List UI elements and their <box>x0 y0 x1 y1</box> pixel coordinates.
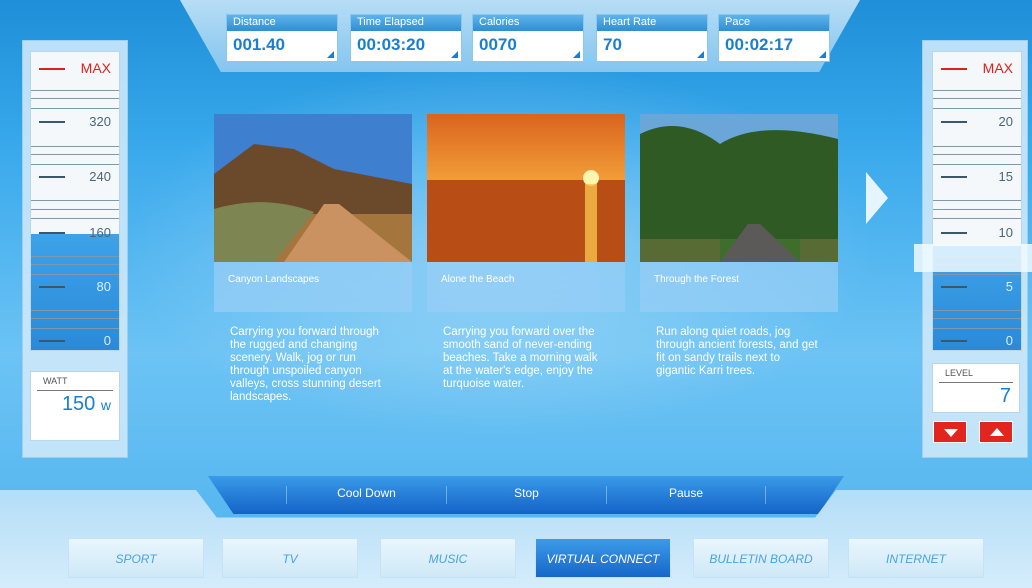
watt-tick-label: 160 <box>89 225 111 240</box>
card-title: Alone the Beach <box>427 262 625 312</box>
corner-marker-icon <box>327 51 334 58</box>
max-marker <box>941 68 967 70</box>
level-max-label: MAX <box>982 60 1013 76</box>
pause-button[interactable]: Pause <box>606 486 766 504</box>
level-up-button[interactable] <box>979 421 1013 443</box>
watt-label: WATT <box>37 372 113 391</box>
card-title: Canyon Landscapes <box>214 262 412 312</box>
metric-label: Calories <box>473 15 583 31</box>
level-tick-label: 0 <box>1005 333 1013 348</box>
level-label: LEVEL <box>939 364 1013 383</box>
watt-tick-label: 320 <box>89 114 111 129</box>
card-title: Through the Forest <box>640 262 838 312</box>
nav-music[interactable]: MUSIC <box>380 538 516 578</box>
card-description: Carrying you forward over the smooth san… <box>443 326 598 390</box>
card-description: Run along quiet roads, jog through ancie… <box>656 326 818 377</box>
nav-sport[interactable]: SPORT <box>68 538 204 578</box>
nav-internet[interactable]: INTERNET <box>848 538 984 578</box>
forest-photo <box>640 114 838 262</box>
corner-marker-icon <box>451 51 458 58</box>
arrow-up-icon <box>990 428 1004 436</box>
watt-panel: MAX 320 240 160 80 0 WATT 150 w <box>22 40 128 458</box>
nav-tv[interactable]: TV <box>222 538 358 578</box>
nav-virtual-connect[interactable]: VIRTUAL CONNECT <box>535 538 671 578</box>
metric-value: 70 <box>603 35 622 54</box>
metric-pace: Pace 00:02:17 <box>718 14 830 62</box>
level-tick-label: 20 <box>998 114 1013 129</box>
metric-label: Pace <box>719 15 829 31</box>
metric-time-elapsed: Time Elapsed 00:03:20 <box>350 14 462 62</box>
level-slider-handle[interactable] <box>914 244 1032 272</box>
level-value: 7 <box>999 385 1011 407</box>
max-marker <box>39 68 65 70</box>
level-tick-label: 5 <box>1005 279 1013 294</box>
metric-distance: Distance 001.40 <box>226 14 338 62</box>
metric-label: Time Elapsed <box>351 15 461 31</box>
route-card-forest[interactable]: Through the Forest Run along quiet roads… <box>640 114 838 378</box>
metric-value: 00:03:20 <box>357 35 426 54</box>
level-down-button[interactable] <box>933 421 967 443</box>
watt-scale: MAX 320 240 160 80 0 <box>30 51 120 351</box>
level-tick-label: 10 <box>998 225 1013 240</box>
metric-label: Distance <box>227 15 337 31</box>
arrow-down-icon <box>944 429 958 437</box>
nav-bulletin-board[interactable]: BULLETIN BOARD <box>693 538 829 578</box>
corner-marker-icon <box>697 51 704 58</box>
watt-tick-label: 80 <box>96 279 111 294</box>
route-card-canyon[interactable]: Canyon Landscapes Carrying you forward t… <box>214 114 412 404</box>
corner-marker-icon <box>819 51 826 58</box>
next-arrow-icon[interactable] <box>866 172 888 224</box>
metric-value: 001.40 <box>233 35 285 54</box>
metric-value: 00:02:17 <box>725 35 794 54</box>
metric-label: Heart Rate <box>597 15 707 31</box>
watt-max-label: MAX <box>80 60 111 76</box>
watt-box: WATT 150 w <box>30 371 120 441</box>
metric-heart-rate: Heart Rate 70 <box>596 14 708 62</box>
watt-tick-label: 0 <box>103 333 111 348</box>
level-scale: MAX 20 15 10 5 0 <box>932 51 1022 351</box>
level-box: LEVEL 7 <box>932 363 1020 413</box>
watt-value: 150 w <box>61 393 111 415</box>
corner-marker-icon <box>573 51 580 58</box>
level-tick-label: 15 <box>998 169 1013 184</box>
route-card-beach[interactable]: Alone the Beach Carrying you forward ove… <box>427 114 625 391</box>
watt-tick-label: 240 <box>89 169 111 184</box>
stop-button[interactable]: Stop <box>446 486 606 504</box>
metric-calories: Calories 0070 <box>472 14 584 62</box>
metric-value: 0070 <box>479 35 517 54</box>
canyon-photo <box>214 114 412 262</box>
cool-down-button[interactable]: Cool Down <box>286 486 446 504</box>
card-description: Carrying you forward through the rugged … <box>230 326 381 403</box>
beach-photo <box>427 114 625 262</box>
